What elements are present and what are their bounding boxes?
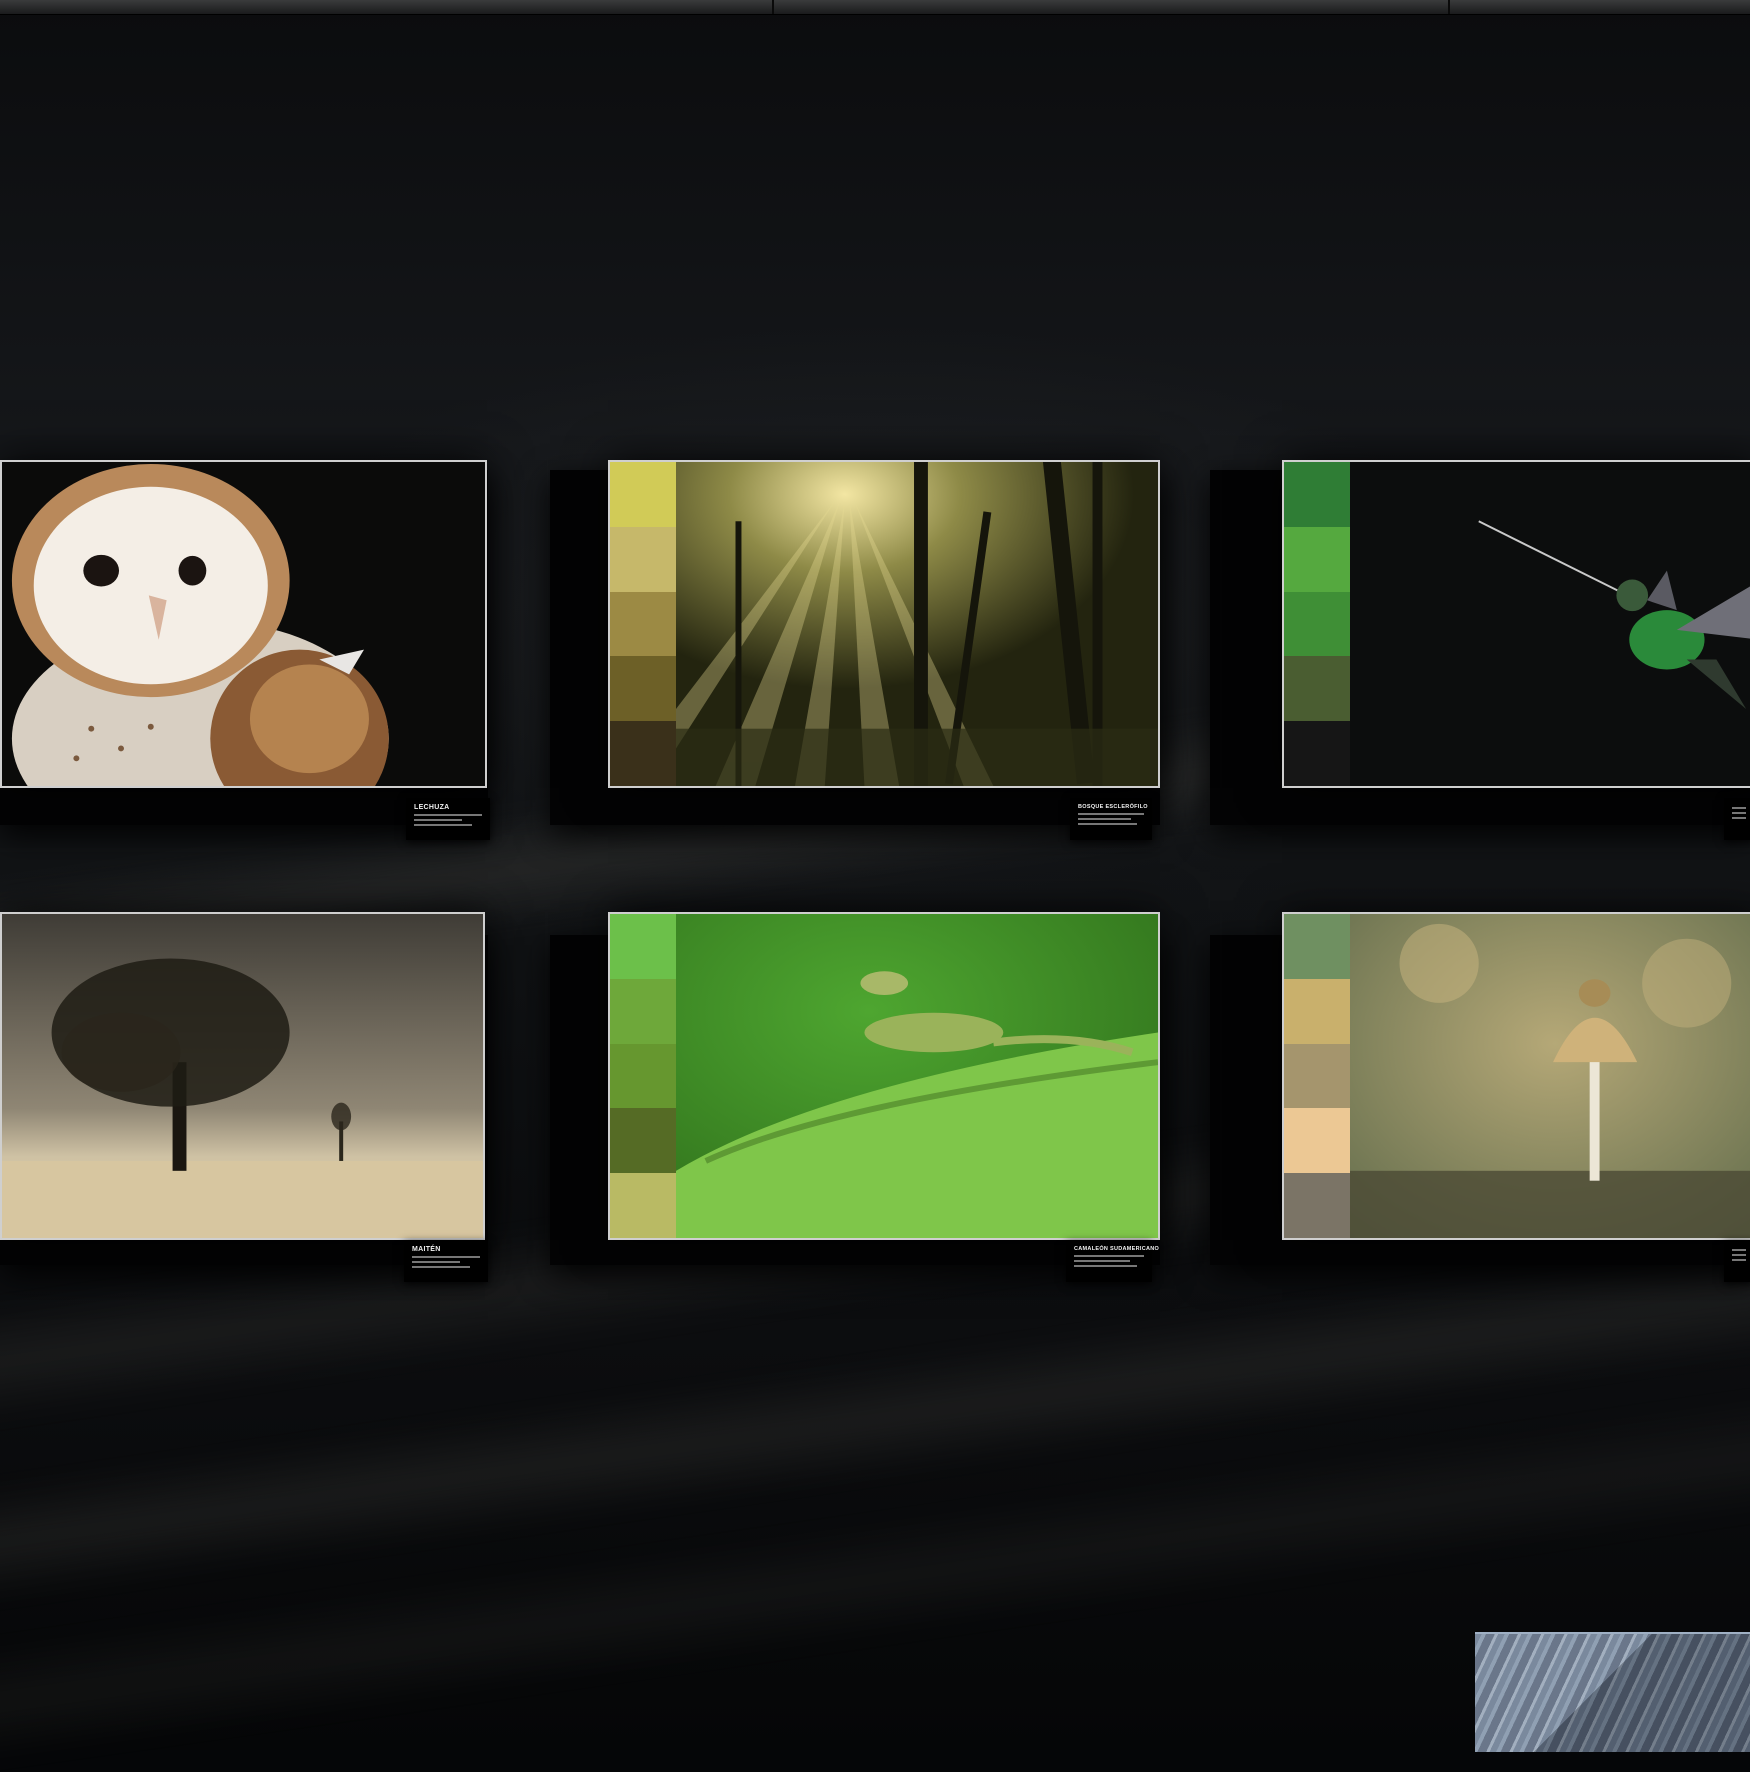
color-swatch [1284, 1043, 1350, 1109]
color-palette [1284, 462, 1350, 786]
color-swatch [610, 978, 676, 1044]
hummingbird-photo [1350, 462, 1750, 786]
artwork-label [1724, 798, 1750, 840]
artwork-label: LECHUZA [406, 798, 490, 840]
artwork-lechuza[interactable] [0, 460, 487, 788]
color-swatch [610, 526, 676, 592]
artwork-hongo[interactable] [1282, 912, 1750, 1240]
artwork-label: MAITÉN [404, 1240, 488, 1282]
artwork-bosque[interactable] [608, 460, 1160, 788]
color-swatch [1284, 591, 1350, 657]
color-palette [610, 462, 676, 786]
color-swatch [1284, 656, 1350, 722]
artwork-label [1724, 1240, 1750, 1282]
color-swatch [610, 721, 676, 786]
mushroom-photo [1350, 914, 1750, 1238]
color-swatch [610, 1043, 676, 1109]
ceiling [0, 0, 1750, 15]
artwork-maiten[interactable] [0, 912, 485, 1240]
label-title: CAMALEÓN SUDAMERICANO [1074, 1246, 1160, 1252]
color-swatch [610, 1173, 676, 1238]
owl-photo [2, 462, 485, 786]
artwork-label: BOSQUE ESCLERÓFILO [1070, 798, 1152, 840]
color-swatch [610, 1108, 676, 1174]
forest-photo [676, 462, 1158, 786]
color-swatch [610, 656, 676, 722]
color-palette [610, 914, 676, 1238]
color-swatch [1284, 978, 1350, 1044]
marble-pedestal [1475, 1632, 1750, 1752]
color-swatch [610, 462, 676, 527]
label-title: MAITÉN [412, 1246, 441, 1253]
color-swatch [1284, 721, 1350, 786]
label-title: BOSQUE ESCLERÓFILO [1078, 804, 1148, 810]
color-swatch [1284, 1173, 1350, 1238]
color-swatch [610, 591, 676, 657]
color-palette [1284, 914, 1350, 1238]
artwork-label: CAMALEÓN SUDAMERICANO [1066, 1240, 1160, 1282]
color-swatch [1284, 462, 1350, 527]
color-swatch [610, 914, 676, 979]
color-swatch [1284, 526, 1350, 592]
artwork-colibri[interactable] [1282, 460, 1750, 788]
label-title: LECHUZA [414, 804, 450, 811]
tree-photo [2, 914, 483, 1238]
lizard-photo [676, 914, 1158, 1238]
color-swatch [1284, 914, 1350, 979]
color-swatch [1284, 1108, 1350, 1174]
artwork-camaleon[interactable] [608, 912, 1160, 1240]
